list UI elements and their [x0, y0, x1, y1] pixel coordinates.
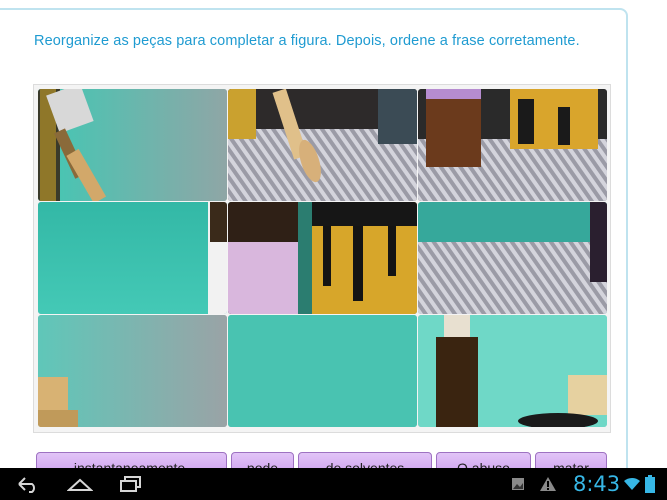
puzzle-tile-5[interactable] — [228, 202, 417, 314]
recent-apps-icon[interactable] — [119, 474, 143, 494]
home-icon[interactable] — [67, 474, 93, 494]
puzzle-tile-3[interactable] — [418, 89, 607, 201]
puzzle-tile-8[interactable] — [228, 315, 417, 427]
warning-icon[interactable] — [539, 476, 557, 492]
puzzle-tile-4[interactable] — [38, 202, 227, 314]
back-icon[interactable] — [16, 474, 40, 494]
puzzle-tile-7[interactable] — [38, 315, 227, 427]
battery-icon — [645, 475, 655, 493]
puzzle-tile-1[interactable] — [38, 89, 227, 201]
instruction-text: Reorganize as peças para completar a fig… — [34, 33, 580, 49]
puzzle-board — [33, 84, 611, 433]
puzzle-tile-6[interactable] — [418, 202, 607, 314]
gallery-notification-icon[interactable] — [511, 477, 525, 491]
activity-card: Reorganize as peças para completar a fig… — [0, 8, 628, 482]
puzzle-tile-9[interactable] — [418, 315, 607, 427]
status-clock: 8:43 — [573, 472, 621, 496]
system-navigation-bar: 8:43 — [0, 468, 667, 500]
puzzle-tile-2[interactable] — [228, 89, 417, 201]
wifi-icon — [624, 477, 640, 490]
